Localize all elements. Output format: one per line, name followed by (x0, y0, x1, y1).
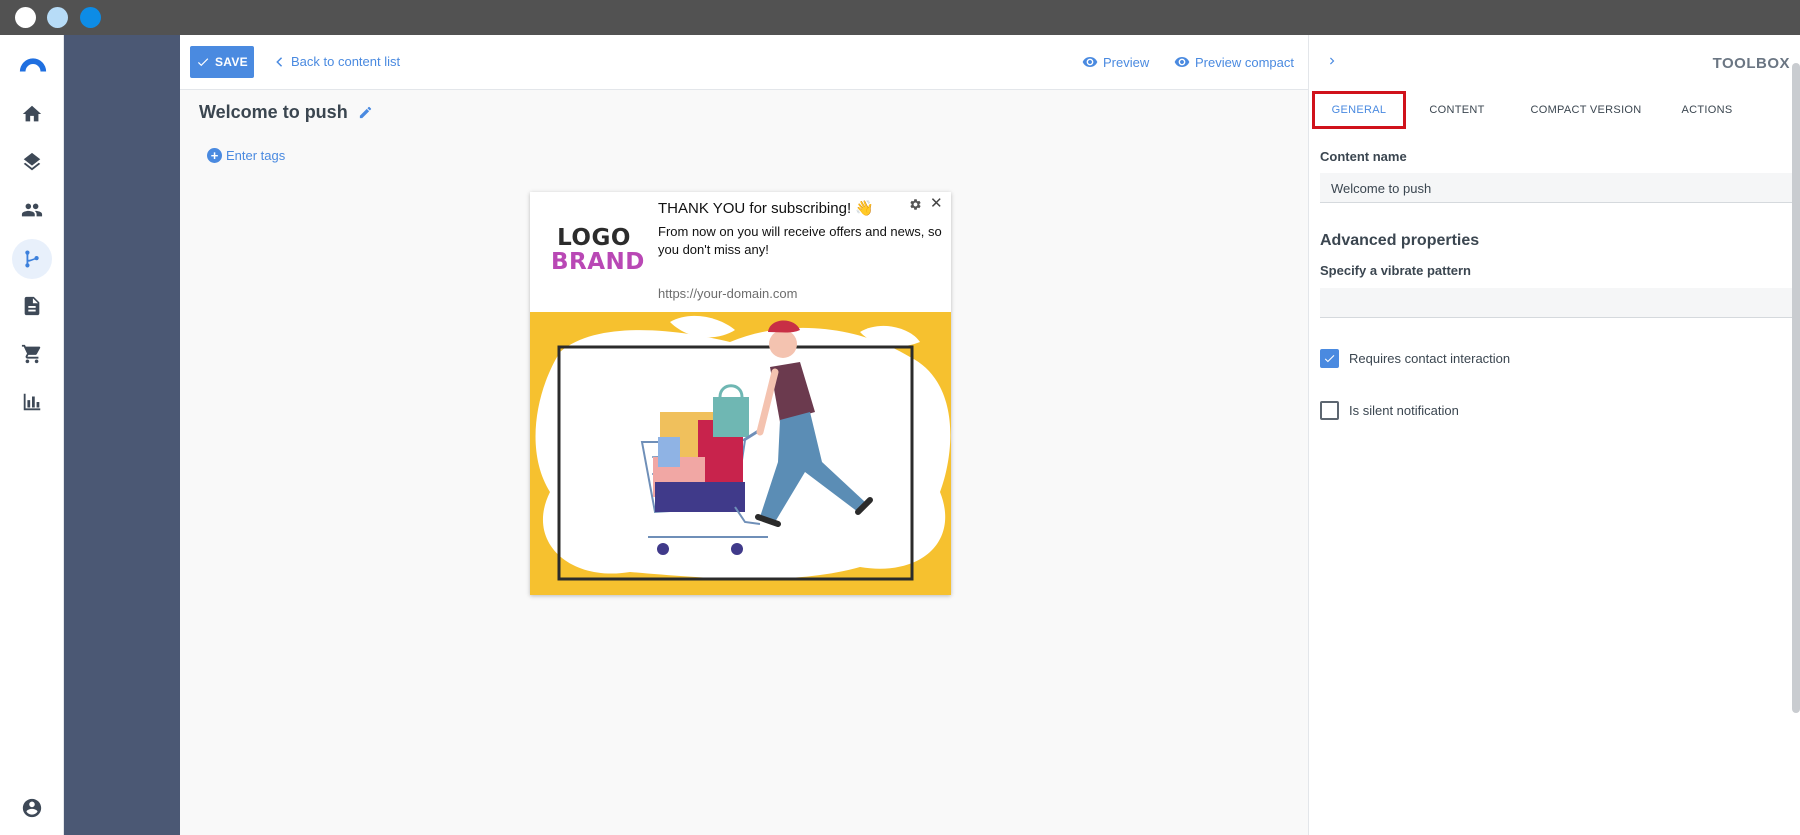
window-titlebar (0, 0, 1800, 35)
toolbox-scrollbar[interactable] (1792, 63, 1800, 713)
brand-logo: LOGO BRAND (551, 225, 645, 275)
vibrate-pattern-field[interactable] (1320, 288, 1800, 318)
preview-compact-link[interactable]: Preview compact (1174, 54, 1294, 70)
content-name-field[interactable]: Welcome to push (1320, 173, 1800, 203)
chevron-left-icon (276, 56, 283, 67)
content-name-label: Content name (1320, 149, 1407, 164)
vibrate-pattern-label: Specify a vibrate pattern (1320, 263, 1471, 278)
toolbox-title: TOOLBOX (1712, 55, 1790, 72)
back-to-content-list-link[interactable]: Back to content list (275, 54, 400, 69)
eye-icon (1174, 57, 1190, 67)
logo-text: LOGO (557, 225, 631, 251)
push-header: LOGO BRAND THANK YOU for subscribing! 👋 … (530, 192, 951, 312)
enter-tags-label: Enter tags (226, 148, 286, 163)
requires-contact-interaction-label: Requires contact interaction (1349, 351, 1511, 366)
people-icon[interactable] (18, 196, 46, 224)
push-body: From now on you will receive offers and … (658, 224, 942, 257)
document-icon[interactable] (18, 292, 46, 320)
push-title: THANK YOU for subscribing! 👋 (658, 200, 874, 217)
silent-notification-option[interactable]: Is silent notification (1320, 401, 1459, 420)
page-title-text: Welcome to push (199, 102, 348, 122)
preview-link[interactable]: Preview (1082, 54, 1149, 70)
gear-icon[interactable] (909, 198, 922, 211)
shopping-illustration (530, 312, 951, 595)
back-link-label: Back to content list (291, 54, 401, 69)
brand-text: BRAND (551, 249, 645, 275)
close-icon[interactable]: ✕ (930, 196, 943, 211)
app-logo-icon[interactable] (16, 50, 50, 78)
editor-main: SAVE Back to content list Preview Previe… (180, 35, 1308, 835)
silent-notification-label: Is silent notification (1349, 403, 1459, 418)
main-nav-rail (0, 35, 64, 835)
tab-content[interactable]: CONTENT (1421, 91, 1493, 129)
home-icon[interactable] (18, 100, 46, 128)
secondary-sidebar (64, 35, 180, 835)
requires-contact-interaction-option[interactable]: Requires contact interaction (1320, 349, 1510, 368)
collapse-toolbox-chevron-icon[interactable] (1325, 54, 1339, 68)
push-notification-preview: LOGO BRAND THANK YOU for subscribing! 👋 … (530, 192, 951, 595)
silent-notification-checkbox[interactable] (1320, 401, 1339, 420)
window-maximize-button[interactable] (80, 7, 101, 28)
requires-contact-interaction-checkbox[interactable] (1320, 349, 1339, 368)
save-button[interactable]: SAVE (190, 46, 254, 78)
push-url: https://your-domain.com (658, 286, 798, 301)
advanced-properties-title: Advanced properties (1320, 232, 1480, 249)
enter-tags-link[interactable]: + Enter tags (207, 148, 285, 163)
toolbox-panel: TOOLBOX GENERAL CONTENT COMPACT VERSION … (1308, 35, 1800, 835)
page-title: Welcome to push (199, 102, 373, 123)
cart-icon[interactable] (18, 340, 46, 368)
eye-icon (1082, 57, 1098, 67)
layers-icon[interactable] (18, 148, 46, 176)
preview-link-label: Preview (1103, 54, 1150, 70)
bar-chart-icon[interactable] (18, 388, 46, 416)
add-circle-icon: + (207, 148, 222, 163)
save-button-label: SAVE (215, 55, 248, 69)
account-icon[interactable] (18, 794, 46, 822)
window-minimize-button[interactable] (47, 7, 68, 28)
check-icon (1324, 355, 1335, 363)
tab-compact-version[interactable]: COMPACT VERSION (1517, 91, 1655, 129)
flow-icon[interactable] (12, 239, 52, 279)
check-icon (197, 58, 209, 67)
toolbox-tabs: GENERAL CONTENT COMPACT VERSION ACTIONS (1309, 91, 1800, 133)
editor-topbar: SAVE Back to content list Preview Previe… (180, 35, 1308, 90)
edit-pencil-icon[interactable] (358, 105, 373, 120)
tab-actions[interactable]: ACTIONS (1671, 91, 1743, 129)
preview-compact-link-label: Preview compact (1195, 54, 1294, 70)
window-close-button[interactable] (15, 7, 36, 28)
tab-general[interactable]: GENERAL (1312, 91, 1406, 129)
